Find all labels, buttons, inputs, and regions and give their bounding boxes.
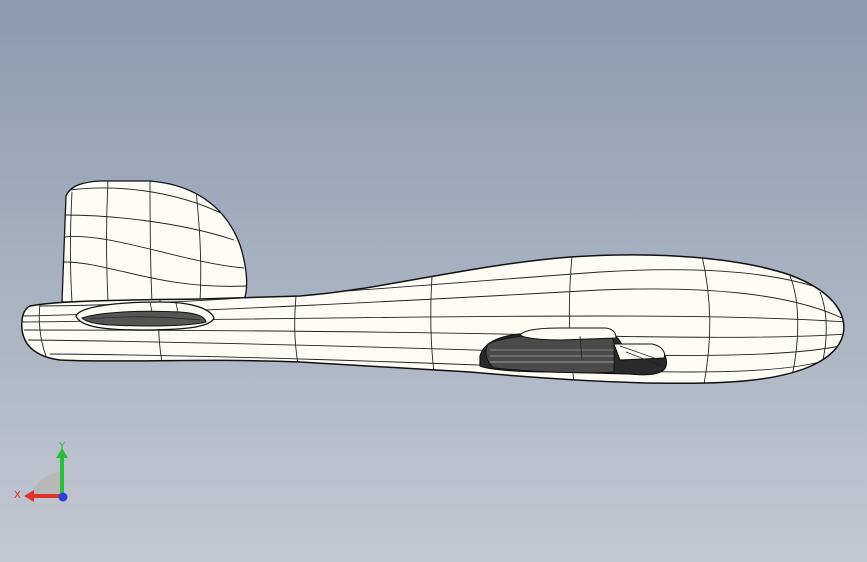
triad-plane-wedge — [32, 472, 62, 494]
y-axis-label: Y — [58, 441, 66, 452]
z-axis-dot — [58, 492, 68, 502]
viewport-canvas[interactable] — [0, 0, 867, 562]
tail-slot[interactable] — [75, 301, 215, 331]
reference-triad[interactable]: Y X — [10, 440, 80, 510]
graphics-viewport[interactable]: Y X — [0, 0, 867, 562]
x-axis-label: X — [14, 490, 21, 501]
